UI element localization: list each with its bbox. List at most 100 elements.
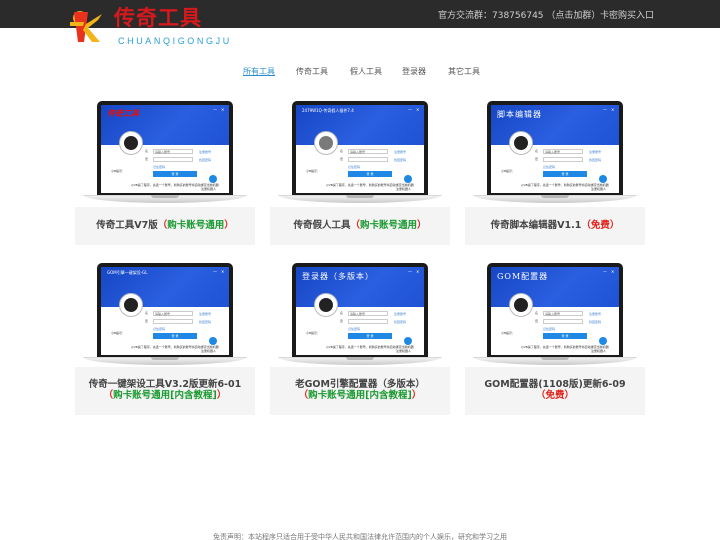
logo-text-cn: 传奇工具 <box>114 5 202 30</box>
password-field <box>153 319 193 324</box>
password-label: 密 <box>535 319 539 323</box>
remember-checkbox: 记住密码 <box>348 165 361 169</box>
laptop-notch <box>346 357 374 360</box>
laptop-screenshot: GOM引擎一键架设-GL — ✕ 名 请输入账号 密 注册账号 找回密码 记住密… <box>75 263 255 373</box>
nav-fake-player-tools[interactable]: 假人工具 <box>350 66 382 77</box>
account-label: 名 <box>535 311 539 315</box>
account-label: 名 <box>145 311 149 315</box>
product-card[interactable]: 传奇工具 — ✕ 名 请输入账号 密 注册账号 找回密码 记住密码 登 录 小B… <box>75 101 255 245</box>
nav-all-tools[interactable]: 所有工具 <box>243 66 275 77</box>
qq-icon <box>404 175 412 183</box>
product-card[interactable]: GOM配置器 — ✕ 名 请输入账号 密 注册账号 找回密码 记住密码 登 录 … <box>465 263 645 415</box>
qq-icon <box>209 175 217 183</box>
logo-mark-icon <box>70 11 102 42</box>
forgot-link: 找回密码 <box>199 158 212 162</box>
screenshot-footer-link: 注册机器人 <box>201 349 217 353</box>
product-card[interactable]: 登录器（多版本） — ✕ 名 请输入账号 密 注册账号 找回密码 记住密码 登 … <box>270 263 450 415</box>
account-placeholder: 请输入账号 <box>350 312 366 316</box>
user-avatar <box>509 131 533 155</box>
tip-text: 小B提示： <box>501 331 516 335</box>
remember-checkbox: 记住密码 <box>543 327 556 331</box>
screen-title-red: 传奇工具 <box>107 109 139 118</box>
user-avatar <box>314 293 338 317</box>
minimize-icon: — <box>603 269 607 274</box>
product-card[interactable]: 脚本编辑器 — ✕ 名 请输入账号 密 注册账号 找回密码 记住密码 登 录 小… <box>465 101 645 245</box>
tip-text: 小B提示： <box>111 169 126 173</box>
account-label: 名 <box>340 311 344 315</box>
minimize-icon: — <box>213 107 217 112</box>
password-label: 密 <box>145 319 149 323</box>
password-field <box>153 157 193 162</box>
user-avatar <box>119 293 143 317</box>
product-caption[interactable]: 传奇工具V7版（购卡账号通用） <box>75 207 255 245</box>
laptop-screenshot: 2479W1Q-传奇假人插件7.4 — ✕ 名 请输入账号 密 注册账号 找回密… <box>270 101 450 211</box>
product-card[interactable]: GOM引擎一键架设-GL — ✕ 名 请输入账号 密 注册账号 找回密码 记住密… <box>75 263 255 415</box>
account-placeholder: 请输入账号 <box>155 312 171 316</box>
product-note: （购卡账号通用） <box>157 220 234 231</box>
qq-icon <box>404 337 412 345</box>
product-name: 老GOM引擎配置器（多版本） <box>295 379 425 390</box>
close-icon: ✕ <box>416 107 420 112</box>
user-avatar <box>314 131 338 155</box>
minimize-icon: — <box>408 107 412 112</box>
product-note: （免费） <box>535 390 575 401</box>
laptop-notch <box>346 195 374 198</box>
app-screenshot: GOM配置器 — ✕ 名 请输入账号 密 注册账号 找回密码 记住密码 登 录 … <box>491 267 619 355</box>
login-button: 登 录 <box>348 333 392 339</box>
product-name: 传奇脚本编辑器V1.1 <box>490 220 582 231</box>
close-icon: ✕ <box>221 269 225 274</box>
buy-card-link[interactable]: 卡密购买入口 <box>600 8 654 21</box>
laptop-notch <box>541 357 569 360</box>
password-label: 密 <box>145 157 149 161</box>
user-avatar <box>509 293 533 317</box>
password-label: 密 <box>535 157 539 161</box>
laptop-screenshot: 传奇工具 — ✕ 名 请输入账号 密 注册账号 找回密码 记住密码 登 录 小B… <box>75 101 255 211</box>
product-caption[interactable]: 传奇一键架设工具V3.2版更新6-01 （购卡账号通用[内含教程]） <box>75 367 255 415</box>
product-card[interactable]: 2479W1Q-传奇假人插件7.4 — ✕ 名 请输入账号 密 注册账号 找回密… <box>270 101 450 245</box>
password-field <box>348 157 388 162</box>
minimize-icon: — <box>408 269 412 274</box>
register-link: 注册账号 <box>199 150 212 154</box>
login-button: 登 录 <box>153 171 197 177</box>
laptop-screenshot: GOM配置器 — ✕ 名 请输入账号 密 注册账号 找回密码 记住密码 登 录 … <box>465 263 645 373</box>
category-nav: 所有工具 传奇工具 假人工具 登录器 其它工具 <box>0 66 720 80</box>
product-name: 传奇一键架设工具V3.2版更新6-01 <box>88 379 242 390</box>
screen-title: 登录器（多版本） <box>302 272 374 281</box>
app-screenshot: 传奇工具 — ✕ 名 请输入账号 密 注册账号 找回密码 记住密码 登 录 小B… <box>101 105 229 193</box>
password-field <box>543 157 583 162</box>
product-caption[interactable]: 传奇脚本编辑器V1.1（免费） <box>465 207 645 245</box>
account-label: 名 <box>535 149 539 153</box>
nav-other-tools[interactable]: 其它工具 <box>448 66 480 77</box>
qq-icon <box>599 337 607 345</box>
nav-launcher[interactable]: 登录器 <box>402 66 426 77</box>
login-button: 登 录 <box>348 171 392 177</box>
tip-text: 小B提示： <box>111 331 126 335</box>
close-icon: ✕ <box>611 269 615 274</box>
password-field <box>543 319 583 324</box>
qq-group-link[interactable]: 官方交流群：738756745 （点击加群） <box>438 8 600 21</box>
register-link: 注册账号 <box>589 312 602 316</box>
screenshot-footer-link: 注册机器人 <box>396 187 412 191</box>
app-screenshot: GOM引擎一键架设-GL — ✕ 名 请输入账号 密 注册账号 找回密码 记住密… <box>101 267 229 355</box>
product-caption[interactable]: 老GOM引擎配置器（多版本） （购卡账号通用[内含教程]） <box>270 367 450 415</box>
nav-legend-tools[interactable]: 传奇工具 <box>296 66 328 77</box>
close-icon: ✕ <box>611 107 615 112</box>
product-caption[interactable]: GOM配置器(1108版)更新6-09 （免费） <box>465 367 645 415</box>
disclaimer: 免责声明：本站程序只适合用于受中华人民共和国法律允许范围内的个人娱乐，研究和学习… <box>213 533 507 540</box>
product-name: 传奇工具V7版 <box>96 220 158 231</box>
account-placeholder: 请输入账号 <box>545 312 561 316</box>
product-name: GOM配置器(1108版)更新6-09 <box>484 379 626 390</box>
screenshot-footer-link: 注册机器人 <box>591 349 607 353</box>
product-caption[interactable]: 传奇假人工具（购卡账号通用） <box>270 207 450 245</box>
laptop-screen-frame: 登录器（多版本） — ✕ 名 请输入账号 密 注册账号 找回密码 记住密码 登 … <box>292 263 428 357</box>
laptop-screen-frame: 传奇工具 — ✕ 名 请输入账号 密 注册账号 找回密码 记住密码 登 录 小B… <box>97 101 233 195</box>
password-label: 密 <box>340 319 344 323</box>
forgot-link: 找回密码 <box>199 320 212 324</box>
laptop-screen-frame: 脚本编辑器 — ✕ 名 请输入账号 密 注册账号 找回密码 记住密码 登 录 小… <box>487 101 623 195</box>
screenshot-footer-link: 注册机器人 <box>396 349 412 353</box>
site-logo[interactable]: 传奇工具 CHUANQIGONGJU <box>68 5 229 50</box>
screenshot-footer-link: 注册机器人 <box>591 187 607 191</box>
laptop-screen-frame: GOM配置器 — ✕ 名 请输入账号 密 注册账号 找回密码 记住密码 登 录 … <box>487 263 623 357</box>
product-note: （免费） <box>581 220 620 231</box>
logo-text-en: CHUANQIGONGJU <box>118 36 232 46</box>
